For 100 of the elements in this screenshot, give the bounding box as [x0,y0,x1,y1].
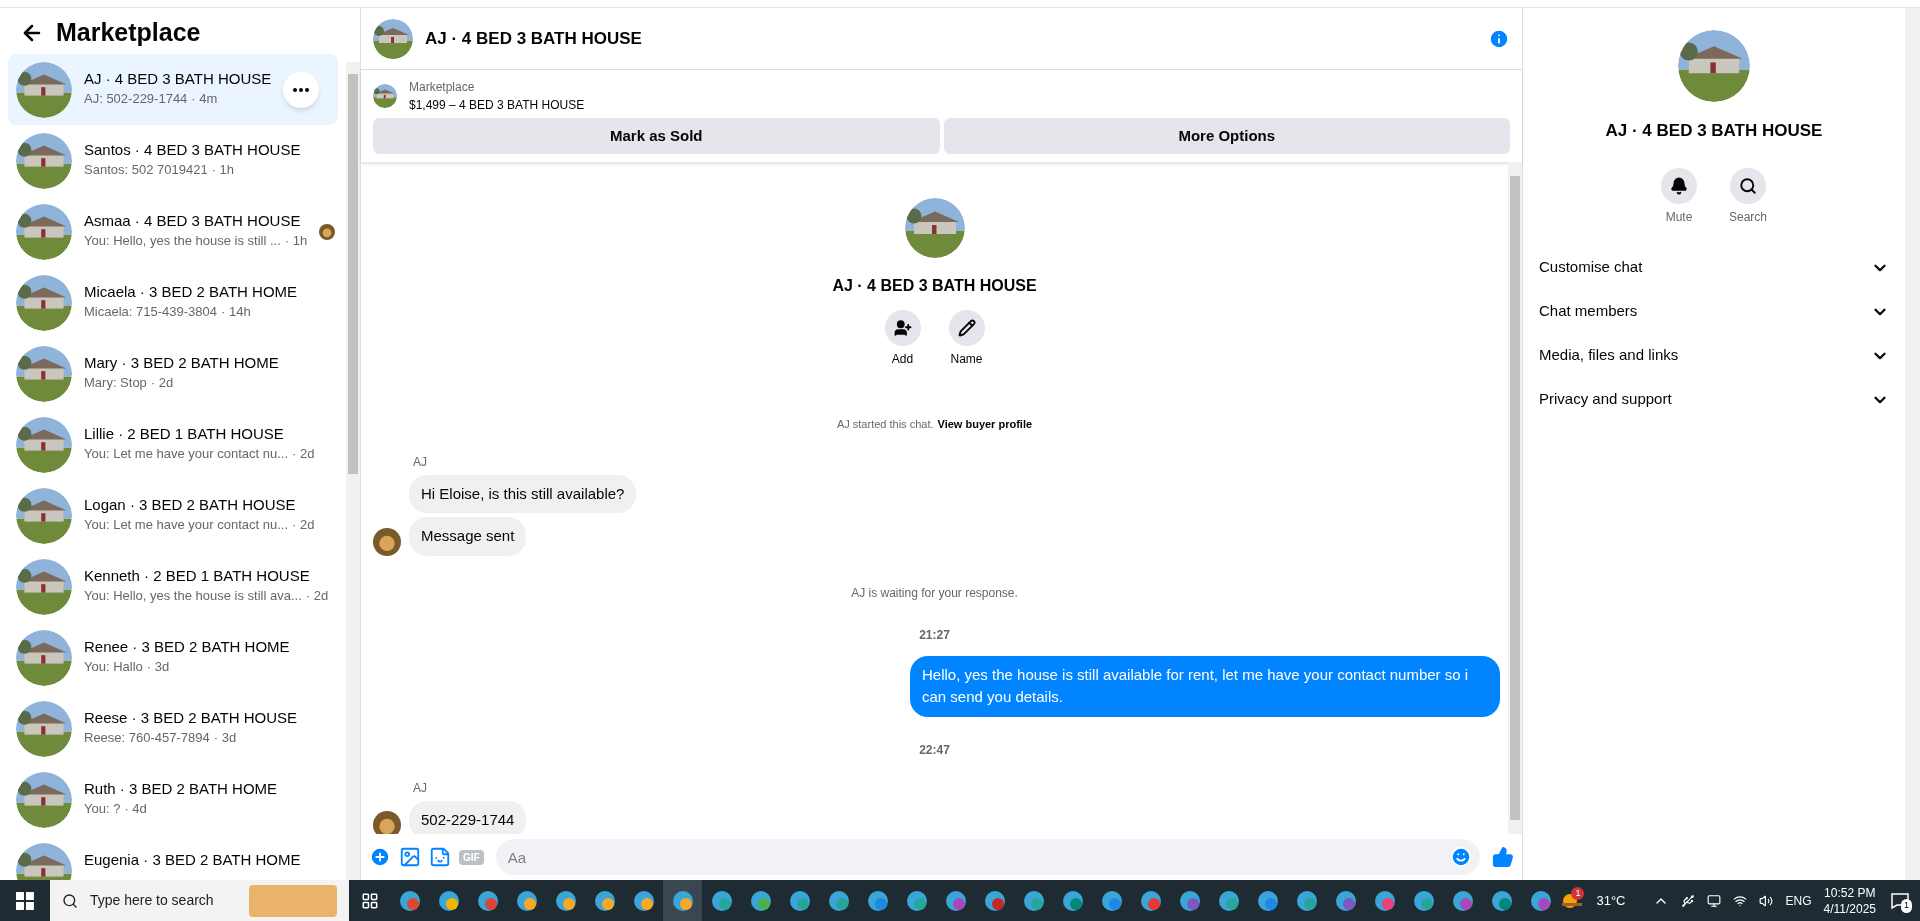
clock[interactable]: 10:52 PM 4/11/2025 [1823,884,1876,917]
conversation-title: Mary · 3 BED 2 BATH HOME [84,353,280,373]
house-photo [1678,30,1750,102]
conversation-item[interactable]: AJ · 4 BED 3 BATH HOUSE AJ: 502-229-1744 · 4m [8,54,338,125]
more-dots-icon [293,87,310,92]
message-preview: You: Hello, yes the house is still ... [84,232,281,250]
house-photo [16,416,72,473]
message-time: · 2d [150,374,174,392]
search-icon [1739,176,1757,195]
message-preview: Reese: 760-457-7894 [84,729,210,747]
details-section-item[interactable]: Privacy and support [1539,377,1889,422]
house-photo [16,274,72,331]
emoji-icon[interactable] [1450,846,1472,868]
message-time: · 2d [292,445,315,463]
usb-icon[interactable] [1681,893,1696,908]
conversation-item[interactable]: Logan · 3 BED 2 BATH HOUSE You: Let me have your contact nu... · 2d [8,480,338,551]
listing-action-button[interactable]: Mark as Sold [373,118,940,154]
message-preview: You: Let me have your contact nu... [84,445,289,463]
conversation-title: Reese · 3 BED 2 BATH HOUSE [84,708,299,728]
sender-avatar [373,527,401,556]
chat-title: AJ · 4 BED 3 BATH HOUSE [425,27,643,50]
conversation-item[interactable]: Kenneth · 2 BED 1 BATH HOUSE You: Hello, yes the house is still ava... · 2d [8,551,338,622]
message-preview: You: Let me have your contact nu... [84,516,289,534]
house-photo [16,61,72,118]
sidebar-title: Marketplace [56,17,201,49]
conversation-item[interactable]: Micaela · 3 BED 2 BATH HOME Micaela: 715-439-3804 · 14h [8,267,338,338]
conversation-title: Ruth · 3 BED 2 BATH HOME [84,779,279,799]
message-preview: Mary: Stop [84,374,147,392]
info-icon[interactable] [1488,27,1510,50]
conversation-item[interactable]: Lillie · 2 BED 1 BATH HOUSE You: Let me have your contact nu... · 2d [8,409,338,480]
conversation-title: AJ · 4 BED 3 BATH HOUSE [84,69,272,89]
house-photo [16,487,72,544]
house-photo [16,132,72,189]
bell-icon [1670,176,1688,195]
temperature: 31°C [1596,891,1626,910]
house-photo [16,629,72,686]
conversation-title: Logan · 3 BED 2 BATH HOUSE [84,495,297,515]
sender-avatar [373,811,401,834]
house-photo [904,198,965,258]
monitor-icon[interactable] [1707,893,1722,908]
conversation-item[interactable]: Asmaa · 4 BED 3 BATH HOUSE You: Hello, yes the house is still ... · 1h [8,196,338,267]
task-view-icon[interactable] [360,891,379,910]
listing-source: Marketplace [409,79,476,96]
chat-started-text: AJ started this chat. [836,417,934,432]
message-preview: Santos: 502 7019421 [84,161,208,179]
more-options-button[interactable] [283,71,320,108]
incoming-message-bubble: Message sent [409,517,527,556]
wifi-icon[interactable] [1733,893,1748,908]
sender-name: AJ [413,779,428,797]
image-icon[interactable] [399,846,421,868]
message-time: · 4m [191,90,218,108]
message-preview: AJ: 502-229-1744 [84,90,188,108]
conversation-item[interactable]: Santos · 4 BED 3 BATH HOUSE Santos: 502 7019421 · 1h [8,125,338,196]
view-buyer-profile-link[interactable]: View buyer profile [937,416,1033,433]
message-input[interactable]: Aa [495,839,1480,875]
conversation-title: Eugenia · 3 BED 2 BATH HOME [84,850,302,870]
conversation-title: Kenneth · 2 BED 1 BATH HOUSE [84,566,311,586]
house-photo [16,345,72,402]
message-time: · 3d [213,729,237,747]
weather-badge: 1 [1571,886,1585,900]
incoming-message-bubble: 502-229-1744 [409,800,527,834]
details-section-item[interactable]: Media, files and links [1539,333,1889,378]
scrollbar[interactable] [346,62,360,882]
windows-logo-icon[interactable] [16,891,34,910]
listing-action-button[interactable]: More Options [943,118,1510,154]
message-time: · 3d [146,658,170,676]
sticker-icon[interactable] [429,846,451,868]
message-preview: You: Hallo [84,658,143,676]
taskbar-search-field[interactable]: Type here to search [49,880,349,921]
house-photo [16,558,72,615]
conversation-item[interactable]: Ruth · 3 BED 2 BATH HOME You: ? · 4d [8,764,338,835]
incoming-message-bubble: Hi Eloise, is this still available? [409,474,637,513]
taskbar-app-icon[interactable] [663,880,703,921]
add-person-icon [893,319,912,337]
conversation-name: AJ · 4 BED 3 BATH HOUSE [832,276,1037,296]
outgoing-message-bubble: Hello, yes the house is still available for rent, let me have your contact number so i can send you details. [910,655,1500,717]
chat-event-text: AJ is waiting for your response. [851,584,1018,602]
conversation-title: Renee · 3 BED 2 BATH HOME [84,637,291,657]
conversation-item[interactable]: Reese · 3 BED 2 BATH HOUSE Reese: 760-457-7894 · 3d [8,693,338,764]
message-preview: Micaela: 715-439-3804 [84,303,217,321]
speaker-icon[interactable] [1759,893,1774,908]
message-time: · 14h [221,303,251,321]
house-photo [373,84,397,108]
house-photo [16,203,72,260]
details-section-item[interactable]: Chat members [1539,289,1889,334]
message-preview: You: Hello, yes the house is still ava... [84,587,302,605]
seen-avatar-icon [319,223,336,240]
listing-title: $1,499 – 4 BED 3 BATH HOUSE [409,97,585,114]
conversation-item[interactable]: Renee · 3 BED 2 BATH HOME You: Hallo · 3d [8,622,338,693]
timestamp: 22:47 [919,741,950,759]
plus-icon[interactable] [369,846,391,868]
details-section-item[interactable]: Customise chat [1539,245,1889,290]
timestamp: 21:27 [919,626,950,644]
house-photo [16,700,72,757]
pencil-icon [957,319,976,337]
conversation-title: Micaela · 3 BED 2 BATH HOME [84,282,299,302]
language-indicator[interactable]: ENG [1785,891,1812,910]
thumbs-up-icon[interactable] [1492,846,1514,868]
scrollbar[interactable] [1508,162,1522,834]
conversation-item[interactable]: Mary · 3 BED 2 BATH HOME Mary: Stop · 2d [8,338,338,409]
